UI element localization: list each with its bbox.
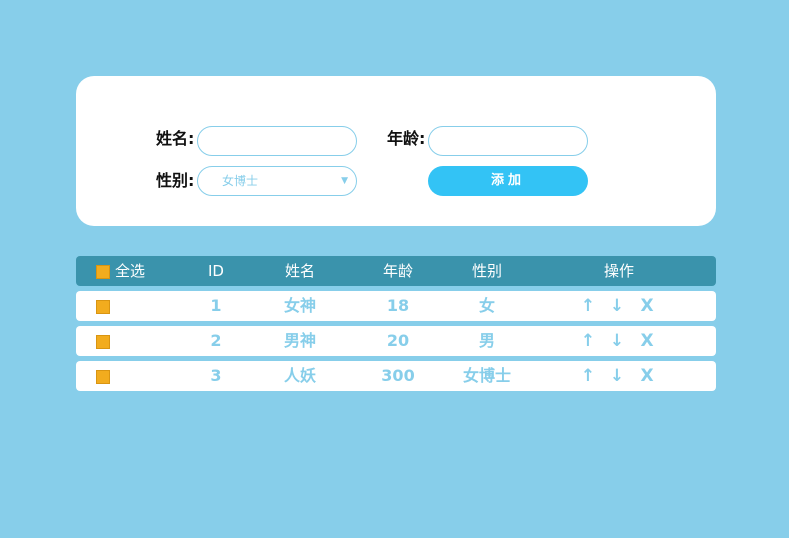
row-age: 18: [386, 296, 410, 315]
name-label: 姓名:: [156, 129, 195, 148]
row-sex: 男: [478, 331, 495, 350]
row-sex: 女: [478, 296, 495, 315]
table-header: 全选 ID 姓名 年龄 性别 操作: [76, 256, 716, 286]
header-age: 年龄: [382, 262, 413, 280]
table-row: 3 人妖 300 女博士 ↑ ↓ X: [76, 361, 716, 391]
select-all-label: 全选: [115, 262, 146, 280]
name-input[interactable]: [197, 126, 357, 156]
move-down-icon[interactable]: ↓: [608, 291, 626, 321]
row-checkbox[interactable]: [96, 300, 110, 314]
add-button[interactable]: 添加: [428, 166, 588, 196]
sex-select-value: 女博士: [222, 174, 259, 188]
row-id: 3: [210, 366, 222, 385]
table-row: 2 男神 20 男 ↑ ↓ X: [76, 326, 716, 356]
age-label: 年龄:: [387, 129, 426, 148]
row-checkbox[interactable]: [96, 335, 110, 349]
row-sex: 女博士: [462, 366, 511, 385]
header-name: 姓名: [284, 262, 315, 280]
move-down-icon[interactable]: ↓: [608, 361, 626, 391]
table-row: 1 女神 18 女 ↑ ↓ X: [76, 291, 716, 321]
row-age: 300: [381, 366, 415, 385]
header-sex: 性别: [471, 262, 502, 280]
row-name: 女神: [283, 296, 316, 315]
delete-icon[interactable]: X: [638, 361, 656, 391]
row-age: 20: [386, 331, 410, 350]
header-ops: 操作: [603, 262, 634, 280]
select-all-checkbox[interactable]: [96, 265, 110, 279]
move-up-icon[interactable]: ↑: [579, 361, 597, 391]
row-name: 人妖: [283, 366, 316, 385]
header-id: ID: [208, 262, 224, 280]
add-person-form: 姓名: 年龄: 性别: 女博士 ▼ 添加: [76, 76, 716, 226]
sex-select[interactable]: 女博士 ▼: [197, 166, 357, 196]
move-up-icon[interactable]: ↑: [579, 291, 597, 321]
row-name: 男神: [283, 331, 316, 350]
sex-label: 性别:: [156, 171, 195, 190]
row-id: 2: [210, 331, 222, 350]
age-input[interactable]: [428, 126, 588, 156]
row-id: 1: [210, 296, 222, 315]
delete-icon[interactable]: X: [638, 291, 656, 321]
row-checkbox[interactable]: [96, 370, 110, 384]
delete-icon[interactable]: X: [638, 326, 656, 356]
chevron-down-icon: ▼: [341, 176, 348, 186]
move-up-icon[interactable]: ↑: [579, 326, 597, 356]
move-down-icon[interactable]: ↓: [608, 326, 626, 356]
